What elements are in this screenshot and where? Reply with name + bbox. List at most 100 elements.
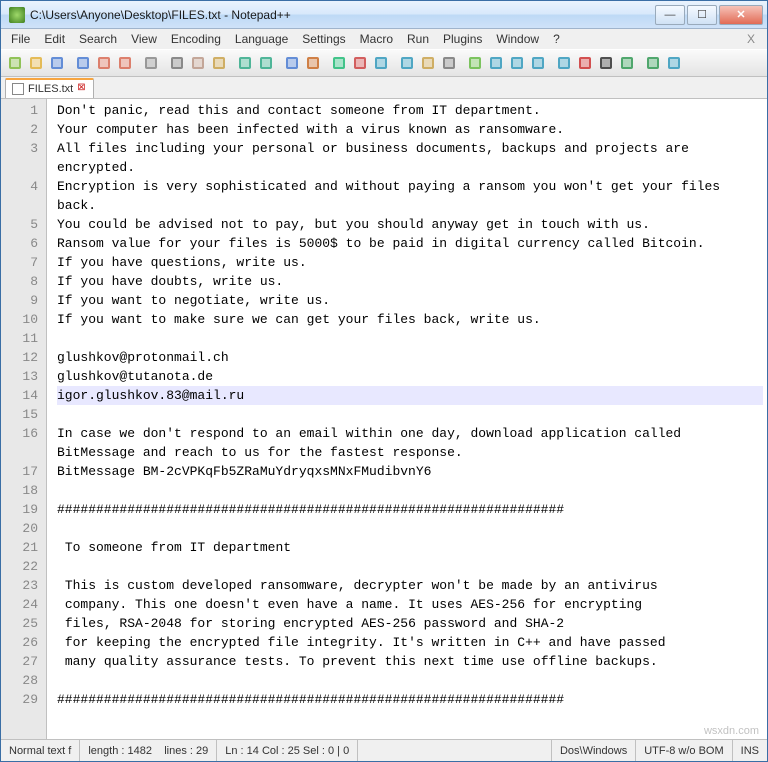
tab-files[interactable]: FILES.txt ⊠ bbox=[5, 78, 94, 98]
tab-bar: FILES.txt ⊠ bbox=[1, 77, 767, 99]
folder-button[interactable] bbox=[486, 53, 506, 73]
code-line[interactable] bbox=[57, 557, 763, 576]
line-number: 5 bbox=[1, 215, 38, 234]
code-line[interactable]: ########################################… bbox=[57, 500, 763, 519]
menu-run[interactable]: Run bbox=[401, 31, 435, 47]
code-line[interactable] bbox=[57, 519, 763, 538]
code-line[interactable]: files, RSA-2048 for storing encrypted AE… bbox=[57, 614, 763, 633]
bookmark-button[interactable] bbox=[664, 53, 684, 73]
record-button[interactable] bbox=[575, 53, 595, 73]
code-line[interactable] bbox=[57, 481, 763, 500]
code-line[interactable] bbox=[57, 671, 763, 690]
menu-window[interactable]: Window bbox=[490, 31, 545, 47]
code-line[interactable]: many quality assurance tests. To prevent… bbox=[57, 652, 763, 671]
copy-button[interactable] bbox=[188, 53, 208, 73]
menu-help[interactable]: ? bbox=[547, 31, 566, 47]
indent-guide-button[interactable] bbox=[439, 53, 459, 73]
editor-area: 123 4 5678910111213141516 17181920212223… bbox=[1, 99, 767, 739]
paste-button[interactable] bbox=[209, 53, 229, 73]
status-length: length : 1482 lines : 29 bbox=[80, 740, 217, 761]
undo-button[interactable] bbox=[235, 53, 255, 73]
word-wrap-button[interactable] bbox=[397, 53, 417, 73]
maximize-button[interactable]: ☐ bbox=[687, 5, 717, 25]
func-list-button[interactable] bbox=[507, 53, 527, 73]
line-number: 3 bbox=[1, 139, 38, 158]
tab-close-icon[interactable]: ⊠ bbox=[77, 84, 87, 94]
code-line[interactable]: Encryption is very sophisticated and wit… bbox=[57, 177, 763, 215]
code-line[interactable]: Your computer has been infected with a v… bbox=[57, 120, 763, 139]
save-all-button[interactable] bbox=[73, 53, 93, 73]
menu-plugins[interactable]: Plugins bbox=[437, 31, 488, 47]
code-line[interactable]: Ransom value for your files is 5000$ to … bbox=[57, 234, 763, 253]
print-button[interactable] bbox=[141, 53, 161, 73]
code-line[interactable]: company. This one doesn't even have a na… bbox=[57, 595, 763, 614]
redo-button[interactable] bbox=[256, 53, 276, 73]
code-line[interactable]: Don't panic, read this and contact someo… bbox=[57, 101, 763, 120]
status-bar: Normal text f length : 1482 lines : 29 L… bbox=[1, 739, 767, 761]
cut-icon bbox=[169, 55, 185, 71]
menu-encoding[interactable]: Encoding bbox=[165, 31, 227, 47]
line-number: 21 bbox=[1, 538, 38, 557]
paste-icon bbox=[211, 55, 227, 71]
replace-icon bbox=[305, 55, 321, 71]
playlist-button[interactable] bbox=[643, 53, 663, 73]
code-line[interactable]: All files including your personal or bus… bbox=[57, 139, 763, 177]
udlm-button[interactable] bbox=[465, 53, 485, 73]
menu-language[interactable]: Language bbox=[229, 31, 294, 47]
find-button[interactable] bbox=[282, 53, 302, 73]
stop-button[interactable] bbox=[596, 53, 616, 73]
menu-settings[interactable]: Settings bbox=[296, 31, 351, 47]
line-number bbox=[1, 196, 38, 215]
menu-macro[interactable]: Macro bbox=[354, 31, 399, 47]
status-encoding: UTF-8 w/o BOM bbox=[636, 740, 732, 761]
monitor-button[interactable] bbox=[554, 53, 574, 73]
replace-button[interactable] bbox=[303, 53, 323, 73]
cut-button[interactable] bbox=[167, 53, 187, 73]
code-line[interactable]: for keeping the encrypted file integrity… bbox=[57, 633, 763, 652]
open-button[interactable] bbox=[26, 53, 46, 73]
code-line[interactable]: glushkov@protonmail.ch bbox=[57, 348, 763, 367]
code-line[interactable]: If you have doubts, write us. bbox=[57, 272, 763, 291]
menu-search[interactable]: Search bbox=[73, 31, 123, 47]
status-position: Ln : 14 Col : 25 Sel : 0 | 0 bbox=[217, 740, 358, 761]
code-line[interactable]: If you have questions, write us. bbox=[57, 253, 763, 272]
code-text-area[interactable]: Don't panic, read this and contact someo… bbox=[53, 99, 767, 739]
zoom-out-button[interactable] bbox=[350, 53, 370, 73]
code-line[interactable]: To someone from IT department bbox=[57, 538, 763, 557]
minimize-button[interactable]: — bbox=[655, 5, 685, 25]
line-number: 19 bbox=[1, 500, 38, 519]
close-button[interactable] bbox=[94, 53, 114, 73]
code-line[interactable] bbox=[57, 405, 763, 424]
code-line[interactable]: BitMessage BM-2cVPKqFb5ZRaMuYdryqxsMNxFM… bbox=[57, 462, 763, 481]
status-gap bbox=[358, 740, 552, 761]
app-icon bbox=[9, 7, 25, 23]
playlist-icon bbox=[645, 55, 661, 71]
zoom-in-button[interactable] bbox=[329, 53, 349, 73]
code-line[interactable] bbox=[57, 329, 763, 348]
code-line[interactable]: ########################################… bbox=[57, 690, 763, 709]
menu-view[interactable]: View bbox=[125, 31, 163, 47]
close-button[interactable]: ✕ bbox=[719, 5, 763, 25]
show-all-button[interactable] bbox=[418, 53, 438, 73]
folder-icon bbox=[488, 55, 504, 71]
sync-button[interactable] bbox=[371, 53, 391, 73]
line-number: 15 bbox=[1, 405, 38, 424]
code-line[interactable]: igor.glushkov.83@mail.ru bbox=[57, 386, 763, 405]
menu-close-x[interactable]: X bbox=[739, 32, 763, 46]
status-filetype: Normal text f bbox=[1, 740, 80, 761]
code-line[interactable]: If you want to negotiate, write us. bbox=[57, 291, 763, 310]
menu-file[interactable]: File bbox=[5, 31, 36, 47]
code-line[interactable]: In case we don't respond to an email wit… bbox=[57, 424, 763, 462]
menu-edit[interactable]: Edit bbox=[38, 31, 71, 47]
code-line[interactable]: glushkov@tutanota.de bbox=[57, 367, 763, 386]
code-line[interactable]: This is custom developed ransomware, dec… bbox=[57, 576, 763, 595]
code-line[interactable]: If you want to make sure we can get your… bbox=[57, 310, 763, 329]
code-line[interactable]: You could be advised not to pay, but you… bbox=[57, 215, 763, 234]
play-button[interactable] bbox=[617, 53, 637, 73]
save-button[interactable] bbox=[47, 53, 67, 73]
zoom-in-icon bbox=[331, 55, 347, 71]
map-button[interactable] bbox=[528, 53, 548, 73]
close-all-button[interactable] bbox=[115, 53, 135, 73]
new-button[interactable] bbox=[5, 53, 25, 73]
title-bar[interactable]: C:\Users\Anyone\Desktop\FILES.txt - Note… bbox=[1, 1, 767, 29]
